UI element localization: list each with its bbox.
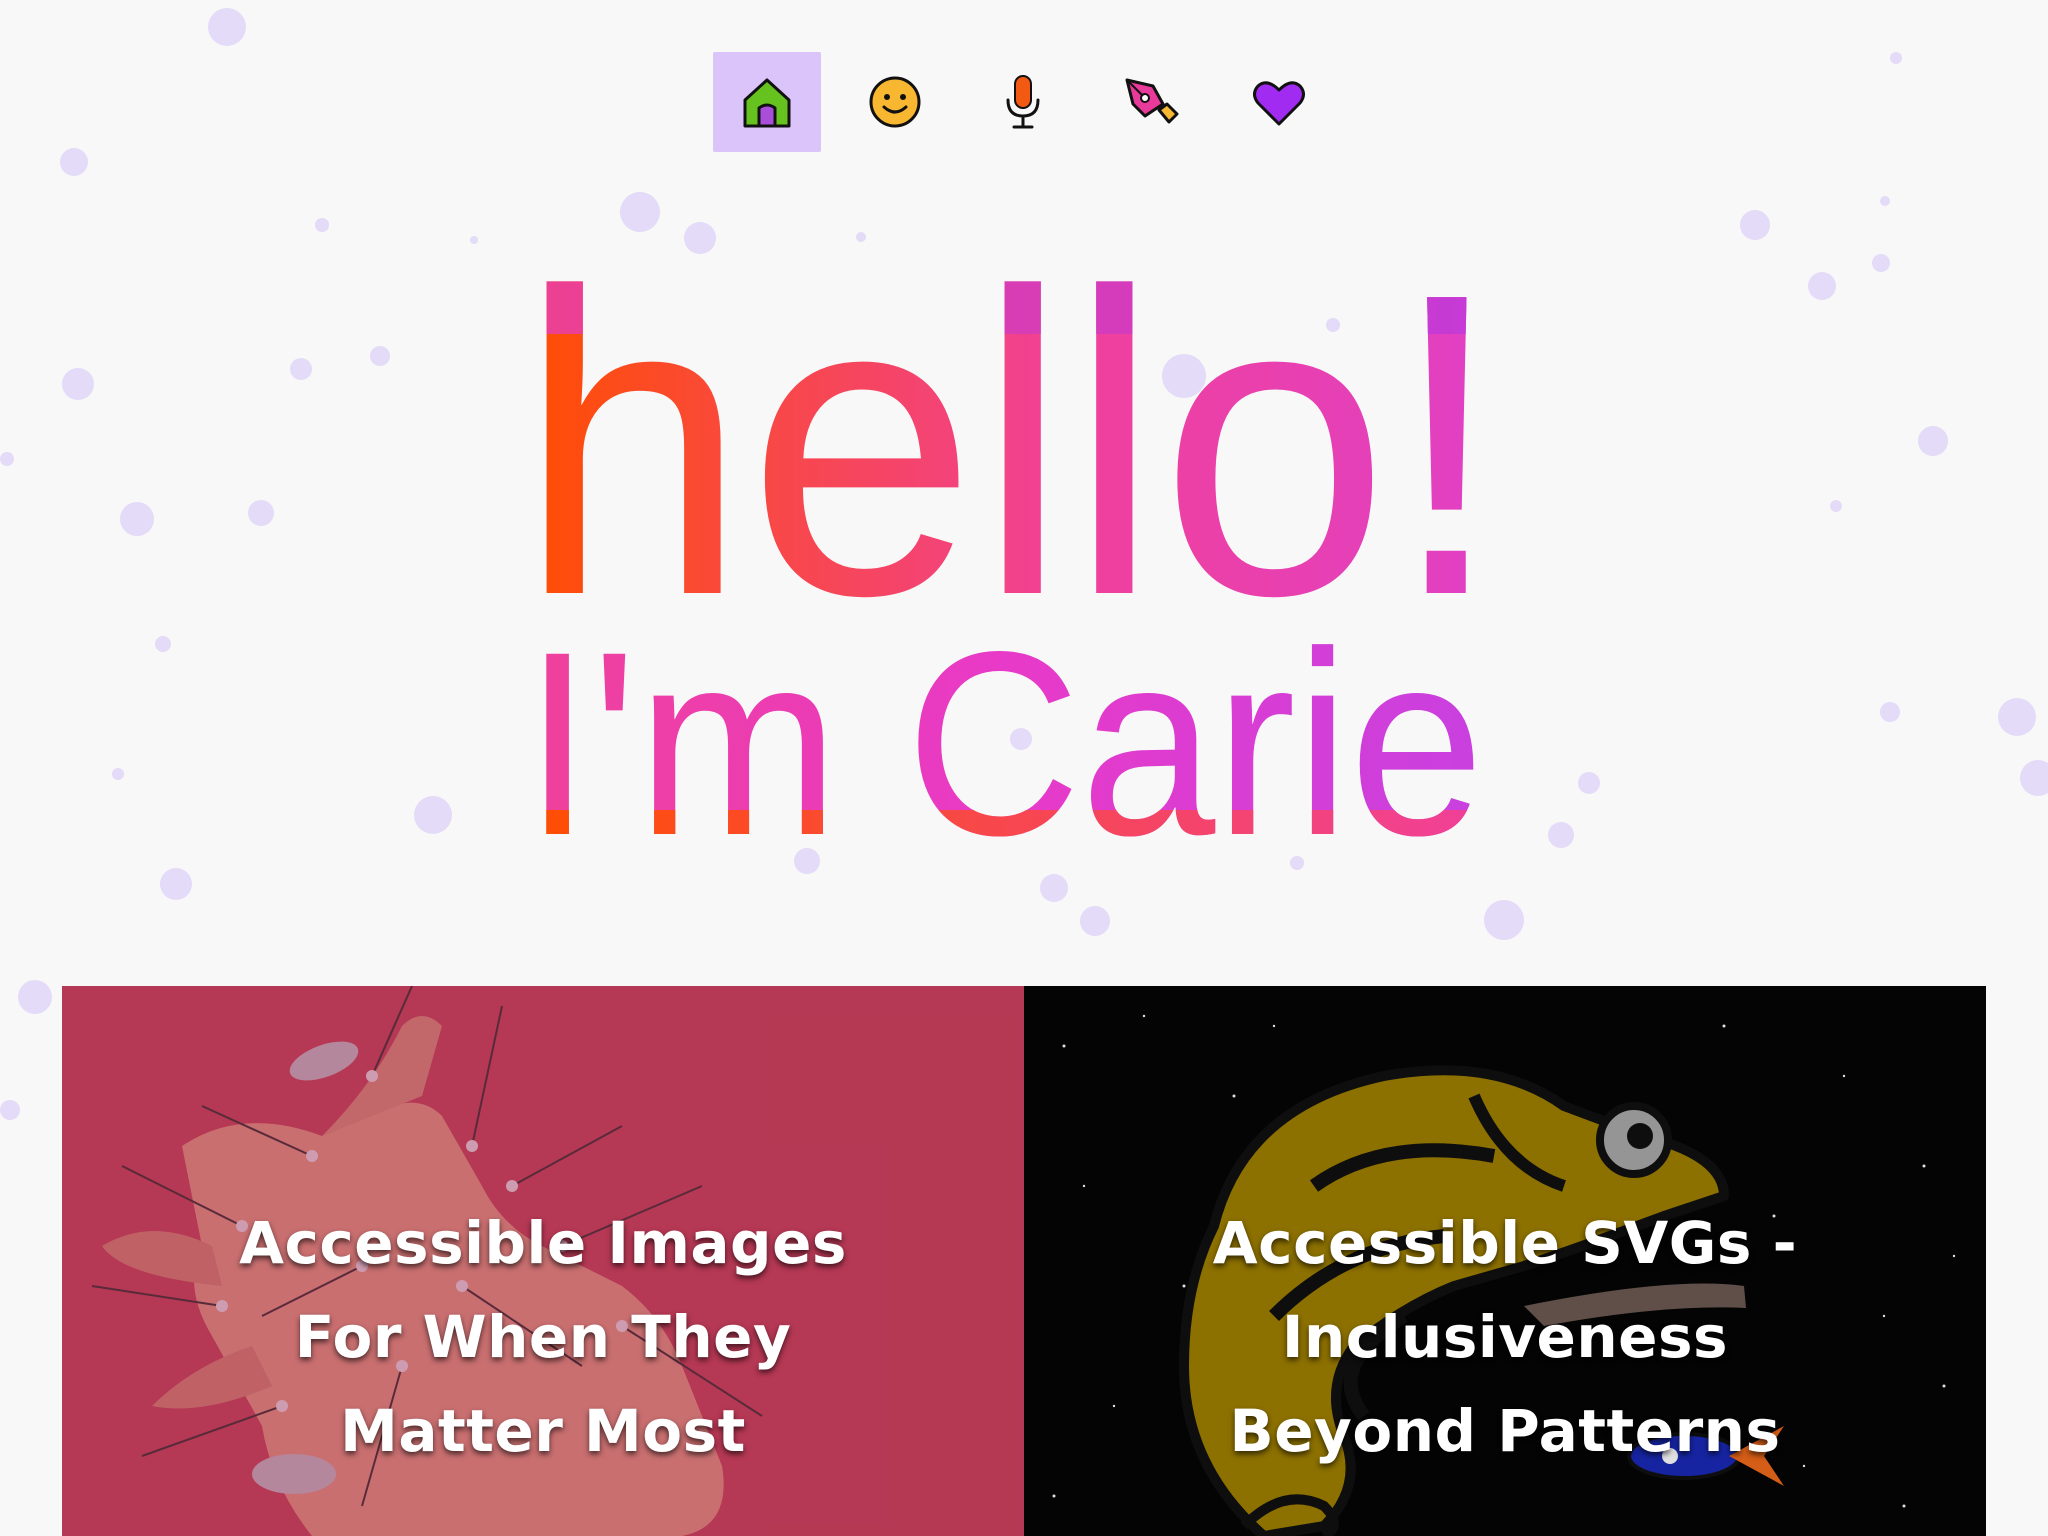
article-card-images[interactable]: Accessible Images For When They Matter M… <box>62 986 1024 1536</box>
article-cards: Accessible Images For When They Matter M… <box>62 986 1986 1536</box>
article-card-svgs[interactable]: Accessible SVGs - Inclusiveness Beyond P… <box>1024 986 1986 1536</box>
article-card-title: Accessible Images For When They Matter M… <box>239 1209 847 1465</box>
article-card-title: Accessible SVGs - Inclusiveness Beyond P… <box>1212 1209 1798 1465</box>
page: hello! hello! I'm Carie I'm Carie Access… <box>0 0 2048 1536</box>
hero-heading: hello! hello! I'm Carie I'm Carie <box>518 205 1504 890</box>
hero-intro: I'm Carie <box>524 597 1484 890</box>
